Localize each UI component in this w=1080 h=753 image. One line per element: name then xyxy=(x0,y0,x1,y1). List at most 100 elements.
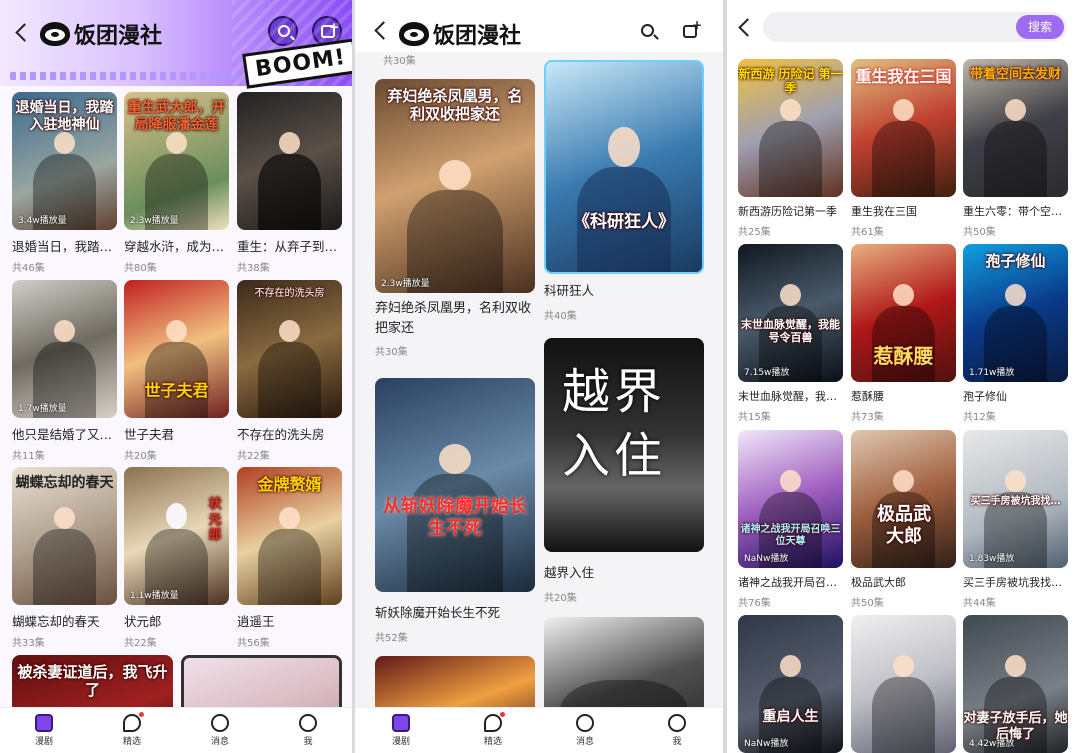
cover-title: 极品武大郎 xyxy=(877,504,931,547)
drama-cover[interactable] xyxy=(237,92,342,230)
app-name: 饭团漫社 xyxy=(433,24,522,49)
drama-cover[interactable]: 末世血脉觉醒，我能号令百兽 7.15w播放 xyxy=(738,244,843,382)
drama-card[interactable]: 金牌赘婿 逍遥王 共56集 xyxy=(237,467,342,649)
tab-drama[interactable]: 漫剧 xyxy=(381,714,421,747)
drama-cover[interactable]: 《科研狂人》 xyxy=(544,60,704,274)
cover-title: 孢子修仙 xyxy=(985,252,1046,270)
drama-card[interactable]: 退婚当日，我踏入驻地神仙 3.4w播放量 退婚当日，我踏… 共46集 xyxy=(12,92,117,274)
cover-title: 重启人生 xyxy=(762,709,819,725)
tab-label: 我 xyxy=(303,737,313,747)
drama-title: 他只是结婚了又… xyxy=(12,427,113,442)
drama-card[interactable]: 不存在的洗头房 不存在的洗头房 共22集 xyxy=(237,280,342,462)
featured-tab-icon xyxy=(123,714,141,732)
drama-title: 不存在的洗头房 xyxy=(237,427,325,442)
drama-cover[interactable]: 诸神之战我开局召唤三位天尊 NaNw播放 xyxy=(738,430,843,568)
drama-cover[interactable]: 买三手房被坑我找… 1.83w播放 xyxy=(963,430,1068,568)
message-tab-icon xyxy=(576,714,594,732)
drama-title: 世子夫君 xyxy=(124,427,175,442)
drama-card[interactable]: 弃妇绝杀凤凰男，名利双收把家还 2.3w播放量 弃妇绝杀凤凰男，名利双收把家还 … xyxy=(375,79,535,358)
search-input[interactable]: 搜索 xyxy=(763,12,1067,42)
episode-count: 共38集 xyxy=(237,263,270,274)
tab-featured[interactable]: 精选 xyxy=(112,712,152,747)
drama-card[interactable]: 买三手房被坑我找… 1.83w播放 买三手房被坑我找… 共44集 xyxy=(963,430,1068,609)
drama-title: 科研狂人 xyxy=(544,283,595,298)
tab-messages[interactable]: 消息 xyxy=(200,714,240,747)
drama-cover[interactable]: 从斩妖除魔开始长生不死 xyxy=(375,378,535,592)
rice-ball-icon xyxy=(399,22,429,46)
drama-tab-icon xyxy=(35,714,53,732)
drama-card[interactable]: 重启人生 NaNw播放 xyxy=(738,615,843,753)
tab-me[interactable]: 我 xyxy=(288,714,328,747)
drama-card[interactable]: 状元郎 1.1w播放量 状元郎 共22集 xyxy=(124,467,229,649)
episode-count: 共15集 xyxy=(738,412,771,423)
drama-cover[interactable]: 金牌赘婿 xyxy=(237,467,342,605)
drama-cover[interactable]: 不存在的洗头房 xyxy=(237,280,342,418)
drama-cover[interactable]: 重启人生 NaNw播放 xyxy=(738,615,843,753)
episode-count: 共50集 xyxy=(851,598,884,609)
drama-title: 重生六零：带个空… xyxy=(963,205,1062,218)
tab-messages[interactable]: 消息 xyxy=(565,714,605,747)
episode-count: 共22集 xyxy=(237,451,270,462)
tab-featured[interactable]: 精选 xyxy=(473,712,513,747)
drama-card[interactable]: 越界入住 越界入住 共20集 xyxy=(544,338,704,604)
search-button[interactable] xyxy=(268,16,298,46)
drama-card[interactable]: 诸神之战我开局召唤三位天尊 NaNw播放 诸神之战我开局召… 共76集 xyxy=(738,430,843,609)
drama-card[interactable]: 新西游 历险记 第一季 新西游历险记第一季 共25集 xyxy=(738,59,843,238)
drama-card[interactable]: 惹酥腰 惹酥腰 共73集 xyxy=(851,244,956,423)
drama-cover[interactable]: 弃妇绝杀凤凰男，名利双收把家还 2.3w播放量 xyxy=(375,79,535,293)
drama-cover[interactable]: 惹酥腰 xyxy=(851,244,956,382)
drama-card[interactable]: 1.7w播放量 他只是结婚了又… 共11集 xyxy=(12,280,117,462)
back-icon[interactable] xyxy=(12,22,34,44)
drama-card[interactable]: 从斩妖除魔开始长生不死 斩妖除魔开始长生不死 共52集 xyxy=(375,378,535,644)
drama-title: 弃妇绝杀凤凰男，名利双收把家还 xyxy=(375,301,532,336)
drama-card[interactable]: 世子夫君 世子夫君 共20集 xyxy=(124,280,229,462)
cover-title: 《科研狂人》 xyxy=(573,211,675,232)
drama-cover[interactable]: 孢子修仙 1.71w播放 xyxy=(963,244,1068,382)
history-button[interactable] xyxy=(681,18,702,42)
drama-cover[interactable]: 对妻子放手后，她后悔了 4.42w播放 xyxy=(963,615,1068,753)
drama-card[interactable]: 蝴蝶忘却的春天 蝴蝶忘却的春天 共33集 xyxy=(12,467,117,649)
drama-title: 买三手房被坑我找… xyxy=(963,576,1062,589)
drama-card[interactable]: 对妻子放手后，她后悔了 4.42w播放 xyxy=(963,615,1068,753)
tab-drama[interactable]: 漫剧 xyxy=(24,714,64,747)
drama-cover[interactable]: 带着空间去发财 xyxy=(963,59,1068,197)
drama-card[interactable]: 重生我在三国 重生我在三国 共61集 xyxy=(851,59,956,238)
drama-card[interactable] xyxy=(851,615,956,753)
cover-title: 不存在的洗头房 xyxy=(254,288,325,299)
drama-cover[interactable]: 新西游 历险记 第一季 xyxy=(738,59,843,197)
drama-card[interactable]: 带着空间去发财 重生六零：带个空… 共50集 xyxy=(963,59,1068,238)
drama-cover[interactable]: 重生我在三国 xyxy=(851,59,956,197)
cover-title: 蝴蝶忘却的春天 xyxy=(15,475,114,491)
message-tab-icon xyxy=(211,714,229,732)
drama-cover[interactable]: 重生武大郎，开局降服潘金莲 2.3w播放量 xyxy=(124,92,229,230)
drama-cover[interactable] xyxy=(851,615,956,753)
drama-title: 逍遥王 xyxy=(237,614,275,629)
cover-title: 惹酥腰 xyxy=(873,344,934,368)
drama-cover[interactable]: 1.7w播放量 xyxy=(12,280,117,418)
drama-cover[interactable]: 极品武大郎 xyxy=(851,430,956,568)
view-count: NaNw播放 xyxy=(744,554,789,564)
drama-cover[interactable]: 世子夫君 xyxy=(124,280,229,418)
drama-cover[interactable]: 越界入住 xyxy=(544,338,704,552)
tab-me[interactable]: 我 xyxy=(657,714,697,747)
drama-cover[interactable]: 退婚当日，我踏入驻地神仙 3.4w播放量 xyxy=(12,92,117,230)
drama-card[interactable]: 《科研狂人》 科研狂人 共40集 xyxy=(544,60,704,322)
drama-title: 蝴蝶忘却的春天 xyxy=(12,614,100,629)
tab-label: 漫剧 xyxy=(391,737,410,747)
search-button[interactable] xyxy=(639,22,659,42)
drama-card[interactable]: 重生：从弃子到… 共38集 xyxy=(237,92,342,274)
search-submit-button[interactable]: 搜索 xyxy=(1016,15,1064,39)
episode-count: 共61集 xyxy=(851,227,884,238)
drama-card[interactable]: 重生武大郎，开局降服潘金莲 2.3w播放量 穿越水浒，成为… 共80集 xyxy=(124,92,229,274)
drama-card[interactable]: 孢子修仙 1.71w播放 孢子修仙 共12集 xyxy=(963,244,1068,423)
back-icon[interactable] xyxy=(371,20,393,42)
drama-title: 退婚当日，我踏… xyxy=(12,239,113,254)
drama-cover[interactable]: 状元郎 1.1w播放量 xyxy=(124,467,229,605)
drama-cover[interactable]: 蝴蝶忘却的春天 xyxy=(12,467,117,605)
back-icon[interactable] xyxy=(735,17,757,39)
drama-card[interactable]: 极品武大郎 极品武大郎 共50集 xyxy=(851,430,956,609)
drama-card[interactable]: 末世血脉觉醒，我能号令百兽 7.15w播放 末世血脉觉醒，我… 共15集 xyxy=(738,244,843,423)
episode-count: 共73集 xyxy=(851,412,884,423)
episode-count: 共30集 xyxy=(375,347,408,358)
tab-label: 漫剧 xyxy=(34,737,53,747)
